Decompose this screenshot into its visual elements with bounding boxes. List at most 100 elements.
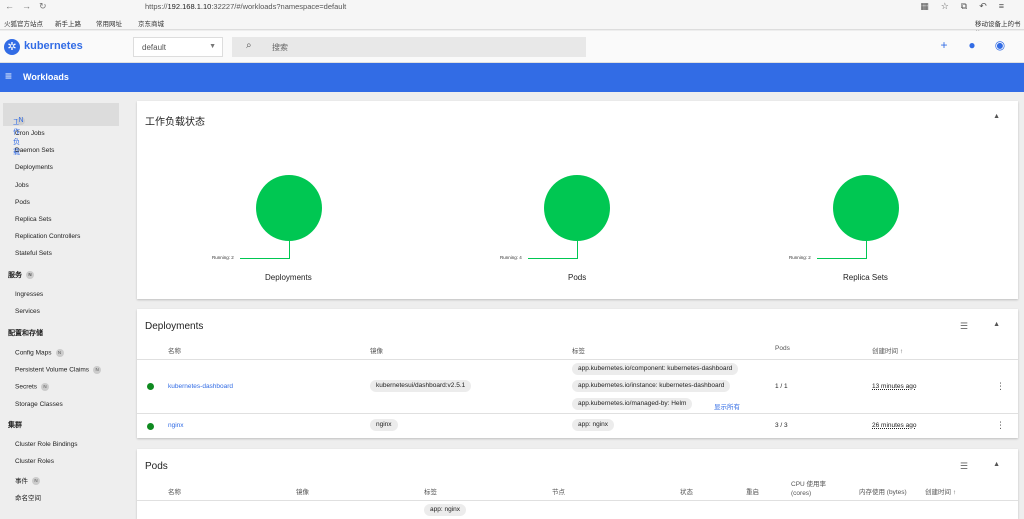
collapse-icon[interactable]: ▲	[993, 321, 1000, 328]
show-all-link[interactable]: 显示所有	[714, 401, 740, 411]
sidebar-item-replication-controllers[interactable]: Replication Controllers	[15, 233, 80, 240]
bookmark-item[interactable]: 火狐官方站点	[4, 18, 43, 28]
url-host: 192.168.1.10	[167, 2, 212, 11]
pods-count: 1 / 1	[775, 383, 788, 390]
pods-count: 3 / 3	[775, 422, 788, 429]
more-actions-icon[interactable]: ⋮	[996, 420, 1005, 431]
col-header-name[interactable]: 名称	[168, 345, 181, 355]
row-divider	[137, 500, 1018, 501]
running-label: Running: 2	[789, 255, 811, 260]
label-chip: app: nginx	[424, 504, 466, 516]
leader-line	[240, 258, 290, 259]
col-header-unit: (cores)	[791, 490, 812, 497]
sidebar-item-label: Secrets	[15, 383, 38, 391]
menu-icon[interactable]: ≡	[5, 69, 12, 83]
deployment-name-link[interactable]: nginx	[168, 422, 184, 429]
sort-arrow-icon: ↑	[899, 348, 904, 355]
more-actions-icon[interactable]: ⋮	[996, 381, 1005, 392]
collapse-icon[interactable]: ▲	[993, 113, 1000, 120]
col-header-labels: 标签	[424, 489, 437, 496]
filter-icon[interactable]: ☰	[960, 461, 968, 472]
browser-nav-icons[interactable]: ←→↻	[5, 1, 55, 12]
col-header-image: 镜像	[296, 489, 309, 496]
sidebar-item-cron-jobs[interactable]: Cron Jobs	[15, 130, 45, 137]
running-label: Running: 4	[500, 255, 522, 260]
col-header-image: 镜像	[370, 348, 383, 355]
col-header-labels: 标签	[572, 348, 585, 355]
app-header: ✲ kubernetes default ▼ ⌕ 搜索 + ● ◉	[0, 31, 1024, 63]
add-icon[interactable]: +	[930, 38, 958, 52]
sidebar-item-daemon-sets[interactable]: Daemon Sets	[15, 147, 54, 154]
sidebar-item-pods[interactable]: Pods	[15, 199, 30, 206]
filter-icon[interactable]: ☰	[960, 321, 968, 332]
chart-name: Replica Sets	[843, 273, 888, 282]
search-input[interactable]: ⌕ 搜索	[232, 37, 586, 57]
sidebar-item-cluster-roles[interactable]: Cluster Roles	[15, 458, 54, 465]
status-pie-running[interactable]	[544, 175, 610, 241]
address-bar[interactable]: https://192.168.1.10:32227/#/workloads?n…	[145, 2, 346, 11]
col-header-name[interactable]: 名称	[168, 486, 181, 496]
leader-line	[289, 241, 290, 258]
col-header-created[interactable]: 创建时间 ↑	[925, 486, 956, 496]
namespaced-badge: N	[93, 366, 102, 374]
sidebar-item-workloads[interactable]: 工作负载N	[3, 103, 119, 156]
sidebar-item-config-maps[interactable]: Config Maps N	[15, 349, 64, 357]
chart-name: Deployments	[265, 273, 312, 282]
chart-name: Pods	[568, 273, 587, 282]
sidebar-section-cluster[interactable]: 集群	[8, 420, 22, 430]
col-header-cpu: CPU 使用率 (cores)	[791, 480, 826, 498]
row-divider	[137, 413, 1018, 414]
sidebar-item-cluster-role-bindings[interactable]: Cluster Role Bindings	[15, 441, 78, 448]
namespaced-badge: N	[32, 477, 40, 486]
sidebar-item-events[interactable]: 事件 N	[15, 475, 40, 486]
bookmark-item[interactable]: 京东商城	[138, 18, 164, 28]
card-title: Pods	[145, 461, 168, 472]
leader-line	[577, 241, 578, 258]
status-pie-running[interactable]	[833, 175, 899, 241]
status-ok-icon	[147, 423, 154, 430]
brand-name[interactable]: kubernetes	[24, 40, 83, 52]
bell-icon[interactable]: ●	[958, 38, 986, 52]
namespace-select[interactable]: default ▼	[133, 37, 223, 57]
sidebar-item-pvc[interactable]: Persistent Volume Claims N	[15, 366, 102, 374]
status-pie-running[interactable]	[256, 175, 322, 241]
row-divider	[137, 359, 1018, 360]
col-header-label: CPU 使用率	[791, 481, 827, 488]
card-title: 工作负载状态	[145, 117, 205, 128]
label-chip: app: nginx	[572, 419, 614, 431]
namespace-value: default	[142, 43, 167, 52]
browser-action-icons[interactable]: ▦☆⧉↶≡	[920, 1, 1016, 12]
sidebar-item-secrets[interactable]: Secrets N	[15, 383, 50, 391]
deployment-name-link[interactable]: kubernetes-dashboard	[168, 383, 233, 390]
sidebar-section-service[interactable]: 服务 N	[8, 270, 34, 280]
url-prefix: https://	[145, 2, 168, 11]
sidebar-item-jobs[interactable]: Jobs	[15, 182, 29, 189]
sidebar-item-label: Persistent Volume Claims	[15, 366, 90, 374]
bookmark-item[interactable]: 新手上路	[55, 18, 81, 28]
collapse-icon[interactable]: ▲	[993, 461, 1000, 468]
sidebar-item-stateful-sets[interactable]: Stateful Sets	[15, 250, 52, 257]
sidebar-item-deployments[interactable]: Deployments	[15, 164, 53, 171]
sidebar-item-ingresses[interactable]: Ingresses	[15, 291, 43, 298]
chart-pods: Running: 4 Pods	[496, 175, 626, 285]
sidebar-item-services[interactable]: Services	[15, 308, 40, 315]
sidebar-item-replica-sets[interactable]: Replica Sets	[15, 216, 52, 223]
kubernetes-logo-icon[interactable]: ✲	[4, 39, 20, 55]
status-ok-icon	[147, 383, 154, 390]
sidebar: 工作负载N Cron Jobs Daemon Sets Deployments …	[0, 92, 124, 509]
search-icon: ⌕	[246, 40, 252, 51]
sidebar-section-config[interactable]: 配置和存储	[8, 328, 43, 338]
image-chip: kubernetesui/dashboard:v2.5.1	[370, 380, 472, 392]
created-time: 26 minutes ago	[872, 422, 917, 429]
sidebar-item-namespaces[interactable]: 命名空间	[15, 492, 41, 502]
namespaced-badge: N	[17, 117, 25, 125]
namespaced-badge: N	[41, 383, 50, 391]
col-header-created[interactable]: 创建时间 ↑	[872, 345, 903, 355]
col-header-pods: Pods	[775, 345, 790, 352]
image-chip: nginx	[370, 419, 398, 431]
leader-line	[817, 258, 867, 259]
deployments-card: Deployments ☰ ▲ 名称 镜像 标签 Pods 创建时间 ↑ kub…	[137, 309, 1018, 438]
account-icon[interactable]: ◉	[986, 38, 1014, 52]
bookmark-item[interactable]: 常用网址	[96, 18, 122, 28]
sidebar-item-storage-classes[interactable]: Storage Classes	[15, 401, 63, 408]
